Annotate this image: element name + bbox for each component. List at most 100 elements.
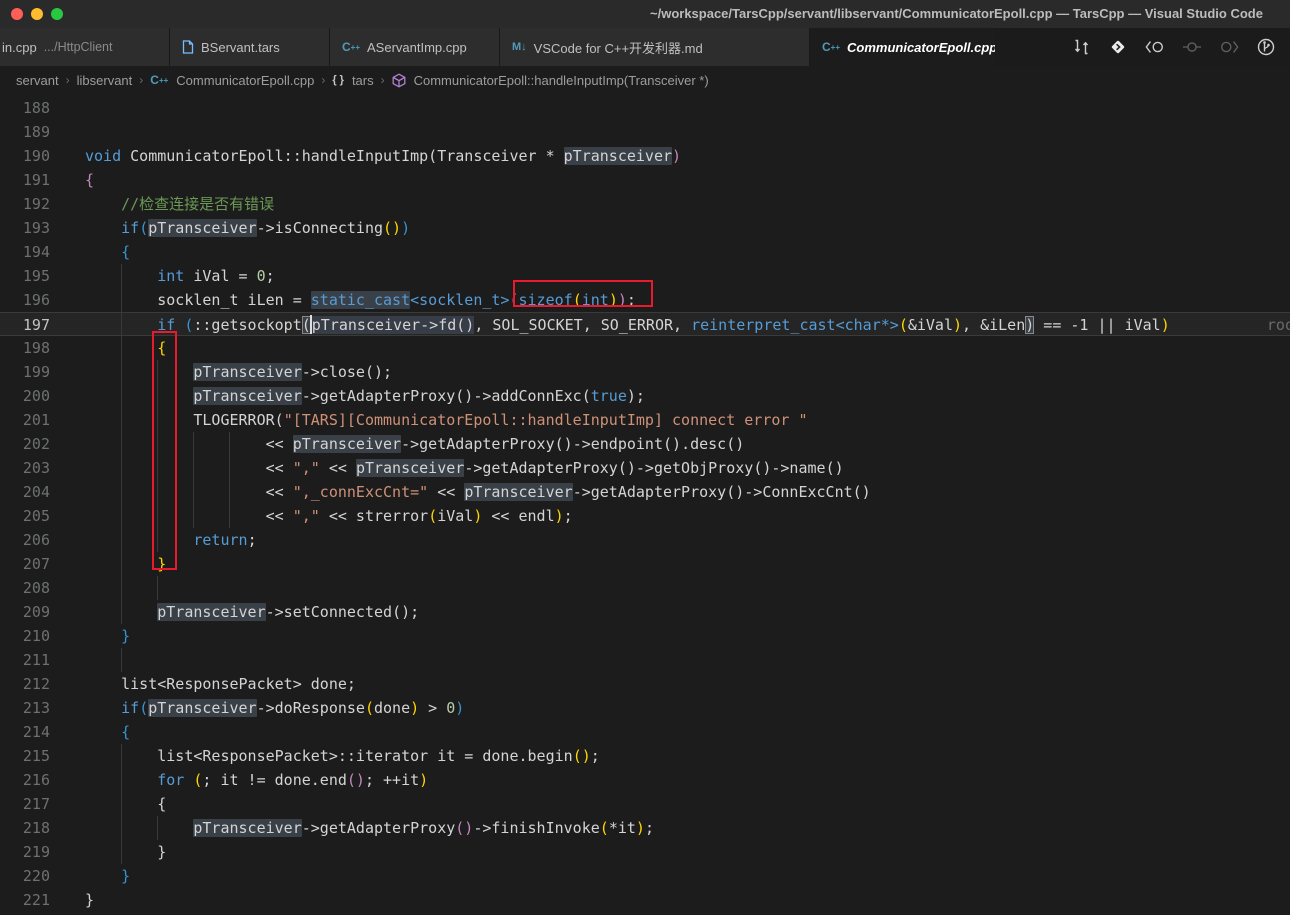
indent-guide [121, 576, 123, 600]
symbol-method-cube-icon [392, 72, 406, 88]
code-text: int iVal = 0; [85, 264, 1290, 288]
code-line-218[interactable]: 218 pTransceiver->getAdapterProxy()->fin… [0, 816, 1290, 840]
tab-aservantimp-cpp[interactable]: C ++ AServantImp.cpp [330, 28, 500, 66]
code-lines: 188 189 190 void CommunicatorEpoll::handleI… [0, 96, 1290, 915]
namespace-curly-icon: { } [332, 74, 344, 86]
code-token: { [121, 723, 131, 741]
tab-vscode-md[interactable]: M↓ VSCode for C++开发利器.md [500, 28, 810, 66]
code-line-193[interactable]: 193 if(pTransceiver->isConnecting()) [0, 216, 1290, 240]
code-line-197[interactable]: 197 if (::getsockopt(pTransceiver->fd(),… [0, 312, 1290, 336]
zoom-window-button[interactable] [51, 8, 63, 20]
code-token: << [428, 483, 465, 501]
code-token: ->doResponse [256, 699, 365, 717]
code-token: done; [301, 675, 356, 693]
code-token: ; [247, 531, 257, 549]
change-node-circle-icon[interactable] [1182, 37, 1202, 57]
code-line-205[interactable]: 205 << "," << strerror(iVal) << endl); [0, 504, 1290, 528]
code-token: { [85, 171, 95, 189]
breadcrumb-item-namespace[interactable]: tars [352, 73, 374, 88]
code-editor[interactable]: 188 189 190 void CommunicatorEpoll::handleI… [0, 94, 1290, 915]
line-number: 206 [22, 531, 50, 549]
code-token: ) [455, 699, 465, 717]
code-token: pTransceiver [563, 147, 673, 165]
code-line-216[interactable]: 216 for (; it != done.end(); ++it) [0, 768, 1290, 792]
code-token: ) [1025, 316, 1035, 334]
code-line-212[interactable]: 212 list<ResponsePacket> done; [0, 672, 1290, 696]
code-line-191[interactable]: 191 { [0, 168, 1290, 192]
breadcrumb-item-symbol[interactable]: CommunicatorEpoll::handleInputImp(Transc… [414, 73, 709, 88]
code-token: << [85, 483, 293, 501]
tab-label: CommunicatorEpoll.cpp [847, 39, 996, 55]
indent-guide [121, 816, 123, 840]
minimize-window-button[interactable] [31, 8, 43, 20]
code-line-204[interactable]: 204 << ",_connExcCnt=" << pTransceiver->… [0, 480, 1290, 504]
code-token: pTransceiver [148, 219, 257, 237]
code-line-209[interactable]: 209 pTransceiver->setConnected(); [0, 600, 1290, 624]
breadcrumb-item-libservant[interactable]: libservant [77, 73, 133, 88]
code-line-189[interactable]: 189 [0, 120, 1290, 144]
gitlens-diamond-icon[interactable] [1108, 37, 1128, 57]
compare-changes-icon[interactable] [1071, 37, 1091, 57]
code-token: ->isConnecting [256, 219, 384, 237]
tab-bservant-tars[interactable]: BServant.tars [170, 28, 330, 66]
code-line-195[interactable]: 195 int iVal = 0; [0, 264, 1290, 288]
code-line-206[interactable]: 206 return; [0, 528, 1290, 552]
code-line-214[interactable]: 214 { [0, 720, 1290, 744]
code-line-194[interactable]: 194 { [0, 240, 1290, 264]
code-line-202[interactable]: 202 << pTransceiver->getAdapterProxy()->… [0, 432, 1290, 456]
branch-circle-icon[interactable] [1256, 37, 1276, 57]
code-token: , SOL_SOCKET, SO_ERROR, [474, 316, 692, 334]
breadcrumb-item-file[interactable]: CommunicatorEpoll.cpp [176, 73, 314, 88]
code-line-213[interactable]: 213 if(pTransceiver->doResponse(done) > … [0, 696, 1290, 720]
indent-guide [157, 528, 159, 552]
code-token: ->setConnected [265, 603, 393, 621]
code-token: () [364, 363, 384, 381]
code-line-199[interactable]: 199 pTransceiver->close(); [0, 360, 1290, 384]
code-line-219[interactable]: 219 } [0, 840, 1290, 864]
tab-httpclient-cpp[interactable]: in.cpp .../HttpClient [0, 28, 170, 66]
code-token: ( [139, 699, 149, 717]
line-number: 209 [22, 603, 50, 621]
code-line-207[interactable]: 207 } [0, 552, 1290, 576]
code-token: ) [626, 387, 636, 405]
previous-change-circle-icon[interactable] [1145, 37, 1165, 57]
code-text: } [85, 624, 1290, 648]
breadcrumb-item-servant[interactable]: servant [16, 73, 59, 88]
code-line-196[interactable]: 196 socklen_t iLen = static_cast<socklen… [0, 288, 1290, 312]
close-window-button[interactable] [11, 8, 23, 20]
code-token: ::iterator it = done.begin [337, 747, 573, 765]
code-token: ) [554, 507, 564, 525]
indent-guide [121, 432, 123, 456]
line-number: 208 [22, 579, 50, 597]
code-line-221[interactable]: 221} [0, 888, 1290, 912]
code-token: == -1 || iVal [1034, 316, 1161, 334]
code-line-188[interactable]: 188 [0, 96, 1290, 120]
code-line-210[interactable]: 210 } [0, 624, 1290, 648]
line-number: 212 [22, 675, 50, 693]
code-line-201[interactable]: 201 TLOGERROR("[TARS][CommunicatorEpoll:… [0, 408, 1290, 432]
code-token: if [121, 219, 140, 237]
code-token: pTransceiver [157, 603, 266, 621]
code-token: ( [139, 219, 149, 237]
code-line-192[interactable]: 192 //检查连接是否有错误 [0, 192, 1290, 216]
code-line-208[interactable]: 208 [0, 576, 1290, 600]
code-line-200[interactable]: 200 pTransceiver->getAdapterProxy()->add… [0, 384, 1290, 408]
code-line-217[interactable]: 217 { [0, 792, 1290, 816]
code-line-203[interactable]: 203 << "," << pTransceiver->getAdapterPr… [0, 456, 1290, 480]
code-token: () [572, 747, 591, 765]
code-token: ; [590, 747, 600, 765]
code-line-198[interactable]: 198 { [0, 336, 1290, 360]
next-change-circle-icon[interactable] [1219, 37, 1239, 57]
code-line-190[interactable]: 190 void CommunicatorEpoll::handleInputIm… [0, 144, 1290, 168]
tab-communicatorepoll-cpp[interactable]: C++ CommunicatorEpoll.cpp × [810, 28, 996, 66]
code-line-215[interactable]: 215 list<ResponsePacket>::iterator it = … [0, 744, 1290, 768]
code-token: ->close [301, 363, 365, 381]
code-line-211[interactable]: 211 [0, 648, 1290, 672]
code-line-220[interactable]: 220 } [0, 864, 1290, 888]
line-number: 220 [22, 867, 50, 885]
code-token: sizeof [518, 291, 573, 309]
code-token: ) [617, 291, 627, 309]
